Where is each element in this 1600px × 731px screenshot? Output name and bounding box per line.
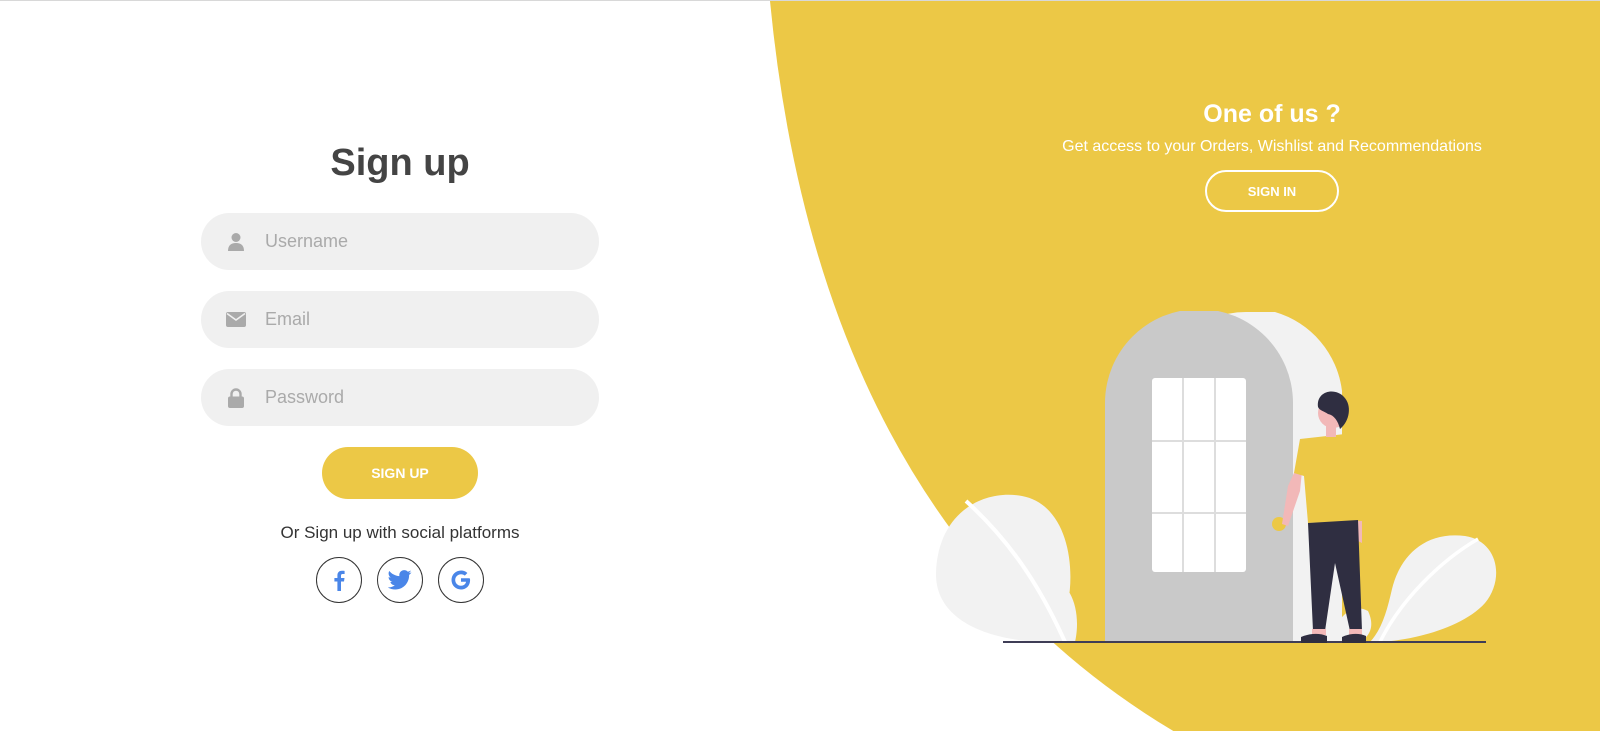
panel-title: One of us ? — [1203, 100, 1341, 128]
email-field[interactable] — [201, 291, 599, 348]
password-field[interactable] — [201, 369, 599, 426]
facebook-icon[interactable] — [316, 557, 362, 603]
user-icon — [201, 232, 271, 252]
sign-in-button[interactable]: SIGN IN — [1205, 170, 1339, 212]
panel-text: Get access to your Orders, Wishlist and … — [1062, 138, 1482, 155]
social-text: Or Sign up with social platforms — [280, 523, 520, 542]
door-illustration — [935, 311, 1497, 643]
username-input[interactable] — [265, 231, 565, 252]
lock-icon — [201, 387, 271, 408]
envelope-icon — [201, 312, 271, 327]
email-input[interactable] — [265, 309, 565, 330]
password-input[interactable] — [265, 387, 565, 408]
username-field[interactable] — [201, 213, 599, 270]
signup-page: Sign up SIGN UP Or Sign up with social p… — [0, 0, 1600, 731]
google-icon[interactable] — [438, 557, 484, 603]
form-title: Sign up — [330, 142, 470, 184]
right-panel: One of us ? Get access to your Orders, W… — [1000, 97, 1544, 212]
social-media-row — [316, 557, 484, 603]
sign-up-button[interactable]: SIGN UP — [322, 447, 478, 499]
signup-form: Sign up SIGN UP Or Sign up with social p… — [200, 137, 600, 603]
twitter-icon[interactable] — [377, 557, 423, 603]
